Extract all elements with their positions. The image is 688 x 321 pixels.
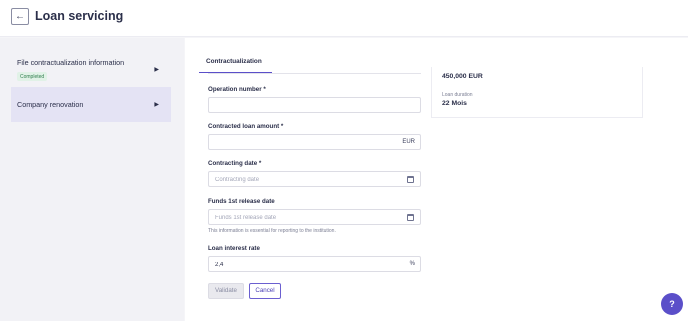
back-button[interactable]: ← [11,8,29,25]
arrow-left-icon: ← [15,11,25,22]
caret-right-icon: ▶ [154,67,159,73]
page-title: Loan servicing [35,9,124,23]
loan-interest-rate-field[interactable]: % [208,256,421,272]
caret-right-icon: ▶ [154,102,159,108]
contracted-loan-amount-field[interactable]: EUR [208,134,421,150]
contracted-loan-amount-label: Contracted loan amount * [208,123,284,130]
contracting-date-input[interactable] [215,175,395,185]
loan-amount-value: 450,000 EUR [442,73,483,80]
currency-suffix: EUR [402,139,415,145]
main-content: Contractualization Operation number * Co… [185,38,688,321]
sidebar: File contractualization information Comp… [0,38,184,321]
sidebar-item-label: Company renovation [17,100,84,109]
loan-interest-rate-input[interactable] [215,260,395,270]
funds-release-date-helper: This information is essential for report… [208,228,336,234]
contractualization-form: Operation number * Contracted loan amoun… [199,73,427,303]
loan-duration-value: 22 Mois [442,100,467,107]
loan-duration-label: Loan duration [442,92,473,98]
funds-release-date-input[interactable] [215,213,395,223]
loan-summary-card: 450,000 EUR Loan duration 22 Mois [431,67,643,118]
validate-button[interactable]: Validate [208,283,244,299]
calendar-icon[interactable] [407,214,414,221]
help-button[interactable]: ? [661,293,683,315]
help-icon: ? [669,299,675,309]
loan-interest-rate-label: Loan interest rate [208,245,260,252]
tab-label: Contractualization [206,58,262,65]
contracted-loan-amount-input[interactable] [215,138,395,148]
sidebar-item-company-renovation[interactable]: Company renovation ▶ [11,87,171,122]
sidebar-item-file-contractualization[interactable]: File contractualization information Comp… [11,52,171,84]
funds-release-date-field[interactable] [208,209,421,225]
operation-number-input[interactable] [215,101,395,111]
status-badge: Completed [17,72,48,81]
calendar-icon[interactable] [407,176,414,183]
tab-contractualization[interactable]: Contractualization [199,38,272,73]
funds-release-date-label: Funds 1st release date [208,198,275,205]
sidebar-item-label: File contractualization information [17,58,125,67]
page-header: ← Loan servicing [0,0,688,37]
contracting-date-field[interactable] [208,171,421,187]
percent-suffix: % [409,261,415,267]
operation-number-field[interactable] [208,97,421,113]
cancel-button[interactable]: Cancel [249,283,281,299]
contracting-date-label: Contracting date * [208,160,262,167]
divider [208,73,421,74]
operation-number-label: Operation number * [208,86,266,93]
